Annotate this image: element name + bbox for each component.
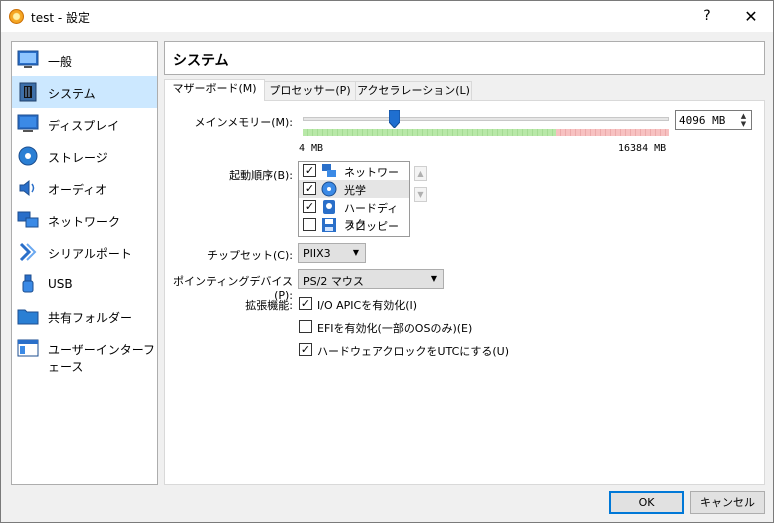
sidebar-item-label: 一般 [48, 55, 73, 69]
memory-max-label: 16384 MB [618, 143, 667, 154]
page-header: システム [164, 41, 765, 75]
sidebar-item-storage[interactable]: ストレージ [12, 140, 157, 172]
efi-checkbox[interactable] [299, 320, 312, 333]
pointing-device-value: PS/2 マウス [303, 275, 364, 288]
sidebar-item-label: ディスプレイ [48, 119, 120, 133]
chevron-down-icon: ▼ [430, 274, 437, 283]
sidebar-item-system[interactable]: システム [12, 76, 157, 108]
move-down-button[interactable]: ▼ [414, 187, 427, 202]
sidebar-item-shared-folders[interactable]: 共有フォルダー [12, 300, 157, 332]
features-label: 拡張機能: [245, 299, 293, 312]
virtualbox-app-icon [9, 9, 24, 24]
sidebar-item-label: ストレージ [48, 151, 108, 165]
hard-disk-icon [323, 200, 335, 214]
window-title: test - 設定 [31, 11, 91, 25]
pointing-device-select[interactable]: PS/2 マウス ▼ [298, 269, 444, 289]
utc-clock-label[interactable]: ハードウェアクロックをUTCにする(U) [317, 343, 509, 359]
display-icon [17, 114, 39, 132]
memory-unsafe-range [555, 129, 669, 136]
settings-window: test - 設定 ? ✕ 一般 システム ディスプレイ ストレージ オーディオ… [0, 0, 774, 523]
monitor-icon [17, 50, 39, 68]
memory-min-label: 4 MB [299, 143, 324, 154]
boot-checkbox[interactable] [303, 218, 316, 231]
sidebar-item-label: シリアルポート [48, 247, 132, 261]
boot-checkbox[interactable]: ✓ [303, 182, 316, 195]
boot-checkbox[interactable]: ✓ [303, 164, 316, 177]
boot-order-label: 起動順序(B): [229, 169, 293, 182]
utc-clock-checkbox[interactable]: ✓ [299, 343, 312, 356]
disk-icon [18, 146, 38, 166]
tab-acceleration[interactable]: アクセラレーション(L) [355, 81, 472, 101]
page-title: システム [173, 53, 229, 69]
boot-checkbox[interactable]: ✓ [303, 200, 316, 213]
sidebar-item-label: USB [48, 277, 73, 291]
boot-order-list[interactable]: ✓ ネットワーク ✓ 光学 ✓ ハードディスク [298, 161, 410, 237]
boot-item-optical[interactable]: ✓ 光学 [299, 180, 409, 198]
sidebar-item-usb[interactable]: USB [12, 268, 157, 300]
serial-icon [19, 242, 37, 262]
network-icon [17, 211, 39, 228]
floppy-icon [322, 218, 336, 232]
sidebar-item-label: 共有フォルダー [48, 311, 133, 325]
network-icon [322, 164, 336, 177]
io-apic-label[interactable]: I/O APICを有効化(I) [317, 297, 417, 313]
chevron-down-icon: ▼ [352, 248, 359, 257]
sidebar-item-serial-ports[interactable]: シリアルポート [12, 236, 157, 268]
move-up-button[interactable]: ▲ [414, 166, 427, 181]
boot-item-label: 光学 [344, 184, 366, 197]
folder-icon [17, 309, 39, 325]
memory-slider-thumb[interactable] [389, 110, 400, 128]
sidebar-item-display[interactable]: ディスプレイ [12, 108, 157, 140]
sidebar-item-label: ユーザーインターフェース [48, 343, 156, 374]
memory-range-indicator [303, 129, 669, 136]
sidebar-item-general[interactable]: 一般 [12, 44, 157, 76]
tab-processor[interactable]: プロセッサー(P) [264, 81, 356, 101]
tab-motherboard[interactable]: マザーボード(M) [164, 79, 265, 101]
boot-item-label: フロッピー [344, 220, 399, 233]
settings-sidebar: 一般 システム ディスプレイ ストレージ オーディオ ネットワーク シリアルポー… [11, 41, 158, 485]
sidebar-item-user-interface[interactable]: ユーザーインターフェース [12, 332, 157, 374]
speaker-icon [19, 179, 35, 197]
boot-item-hard-disk[interactable]: ✓ ハードディスク [299, 198, 409, 231]
efi-label[interactable]: EFIを有効化(一部のOSのみ)(E) [317, 320, 472, 336]
sidebar-item-label: システム [48, 87, 96, 101]
optical-disc-icon [321, 181, 337, 197]
close-button[interactable]: ✕ [729, 1, 773, 32]
ui-window-icon [17, 339, 39, 357]
boot-item-network[interactable]: ✓ ネットワーク [299, 162, 409, 195]
spin-down-icon[interactable]: ▼ [738, 120, 749, 128]
spin-up-icon[interactable]: ▲ [738, 112, 749, 120]
memory-label: メインメモリー(M): [194, 116, 293, 129]
memory-value[interactable]: 4096 MB [679, 114, 725, 127]
ok-button[interactable]: OK [609, 491, 684, 514]
sidebar-item-label: オーディオ [48, 183, 108, 197]
io-apic-checkbox[interactable]: ✓ [299, 297, 312, 310]
tab-content-motherboard: メインメモリー(M): 4 MB 16384 MB 4096 MB ▲ ▼ 起動… [164, 100, 765, 485]
memory-safe-range [303, 129, 556, 136]
help-button[interactable]: ? [685, 1, 729, 32]
chipset-select[interactable]: PIIX3 ▼ [298, 243, 366, 263]
cancel-button[interactable]: キャンセル [690, 491, 765, 514]
memory-slider-track[interactable] [303, 117, 669, 121]
chipset-value: PIIX3 [303, 247, 331, 260]
sidebar-item-label: ネットワーク [48, 215, 121, 229]
boot-item-floppy[interactable]: フロッピー [299, 216, 409, 234]
usb-icon [22, 274, 34, 293]
chip-icon [19, 82, 37, 102]
memory-spinbox[interactable]: 4096 MB ▲ ▼ [675, 110, 752, 130]
chipset-label: チップセット(C): [207, 249, 293, 262]
sidebar-item-network[interactable]: ネットワーク [12, 204, 157, 236]
title-bar: test - 設定 ? ✕ [1, 1, 773, 32]
sidebar-item-audio[interactable]: オーディオ [12, 172, 157, 204]
